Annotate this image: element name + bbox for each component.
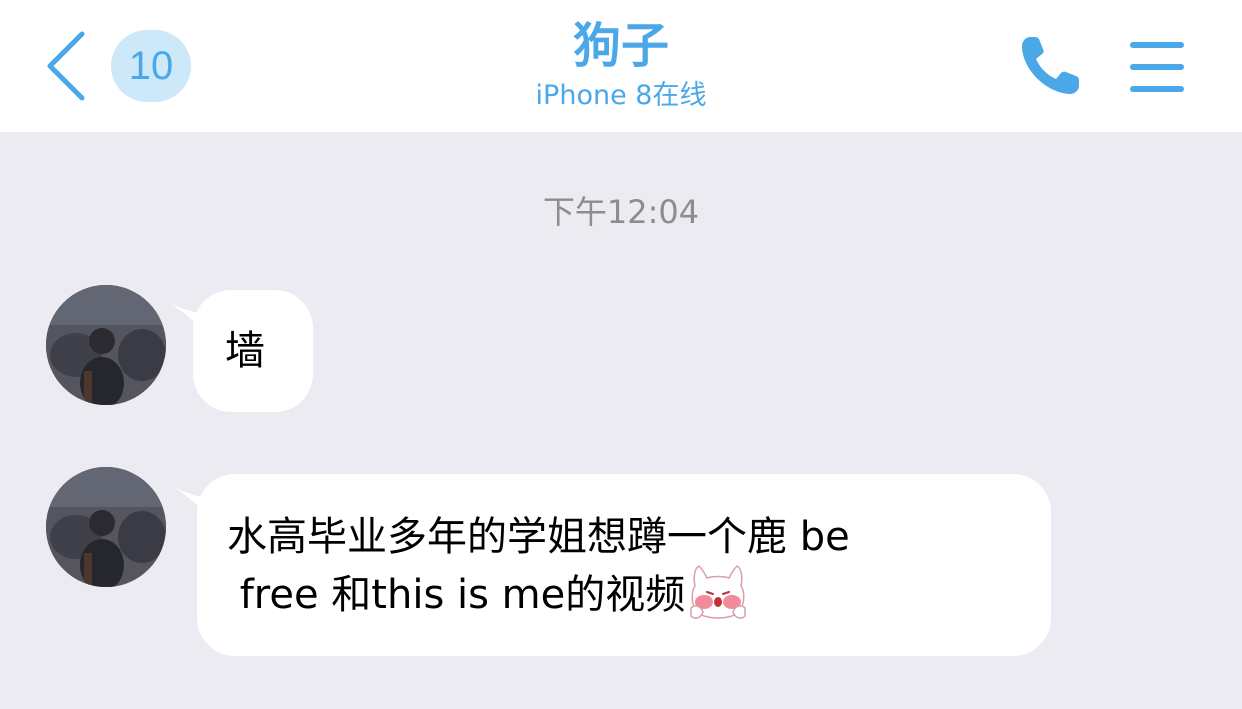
unread-count-badge[interactable]: 10: [111, 30, 191, 102]
menu-button[interactable]: [1128, 40, 1186, 94]
blushing-cat-face-icon: [690, 565, 746, 619]
chat-header: 10 狗子 iPhone 8在线: [0, 0, 1242, 132]
contact-avatar[interactable]: [46, 467, 166, 587]
call-button[interactable]: [1016, 33, 1088, 99]
chevron-left-icon: [47, 31, 85, 101]
phone-icon: [1022, 37, 1079, 94]
bubble-tail: [175, 488, 215, 524]
bubble-tail: [171, 304, 211, 340]
message-text: 墙: [225, 328, 265, 374]
message-bubble[interactable]: 水高毕业多年的学姐想蹲一个鹿 be free 和this is me的视频: [175, 474, 1051, 656]
back-button[interactable]: [40, 28, 96, 104]
message-timestamp: 下午12:04: [542, 193, 700, 231]
message-bubble[interactable]: 墙: [171, 290, 313, 412]
avatar-photo: [46, 285, 166, 405]
message-text: 水高毕业多年的学姐想蹲一个鹿 be free 和this is me的视频: [227, 508, 1027, 624]
contact-avatar[interactable]: [46, 285, 166, 405]
avatar-photo: [46, 467, 166, 587]
message-text-content: 水高毕业多年的学姐想蹲一个鹿 be free 和this is me的视频: [227, 514, 850, 618]
